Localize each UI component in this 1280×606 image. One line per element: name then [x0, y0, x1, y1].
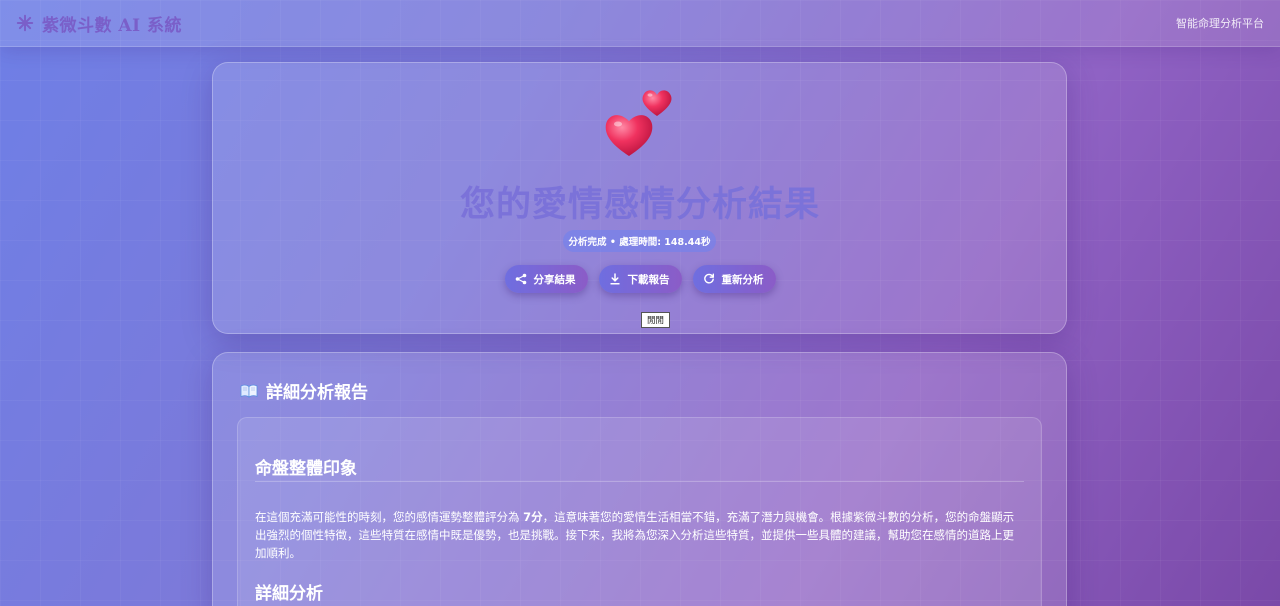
- tooltip: 閒閒: [641, 312, 671, 328]
- reanalyze-label: 重新分析: [721, 273, 764, 286]
- score-value: 7分: [523, 510, 543, 524]
- status-text: 分析完成 • 處理時間: 148.44秒: [568, 237, 711, 248]
- download-button[interactable]: 下載報告: [598, 265, 682, 293]
- download-icon: [610, 273, 619, 285]
- book-icon: [240, 384, 258, 398]
- refresh-icon: [703, 273, 714, 284]
- star-icon: [16, 14, 34, 32]
- download-label: 下載報告: [627, 273, 670, 286]
- report-heading: 詳細分析報告: [240, 378, 368, 403]
- share-label: 分享結果: [533, 273, 576, 286]
- platform-name: 智能命理分析平台: [1176, 17, 1264, 30]
- status-badge: 分析完成 • 處理時間: 148.44秒: [563, 230, 716, 252]
- para-text: 在這個充滿可能性的時刻，您的感情運勢整體評分為: [255, 510, 524, 524]
- top-header: 紫微斗數 AI 系統 智能命理分析平台: [0, 0, 1280, 47]
- divider: [255, 481, 1024, 482]
- share-icon: [515, 273, 526, 285]
- report-title: 詳細分析報告: [266, 383, 368, 403]
- overview-paragraph: 在這個充滿可能性的時刻，您的感情運勢整體評分為 7分，這意味著您的愛情生活相當不…: [255, 508, 1020, 562]
- reanalyze-button[interactable]: 重新分析: [692, 265, 776, 293]
- hearts-icon: [605, 90, 672, 156]
- action-bar: 分享結果 下載報告 重新分析: [0, 265, 1280, 293]
- brand[interactable]: 紫微斗數 AI 系統: [16, 11, 182, 36]
- share-button[interactable]: 分享結果: [504, 265, 588, 293]
- tooltip-text: 閒閒: [647, 316, 665, 326]
- section-title: 詳細分析: [255, 584, 323, 604]
- brand-title: 紫微斗數 AI 系統: [42, 15, 182, 36]
- page-title: 您的愛情感情分析結果: [459, 185, 820, 225]
- section-title: 命盤整體印象: [255, 459, 357, 479]
